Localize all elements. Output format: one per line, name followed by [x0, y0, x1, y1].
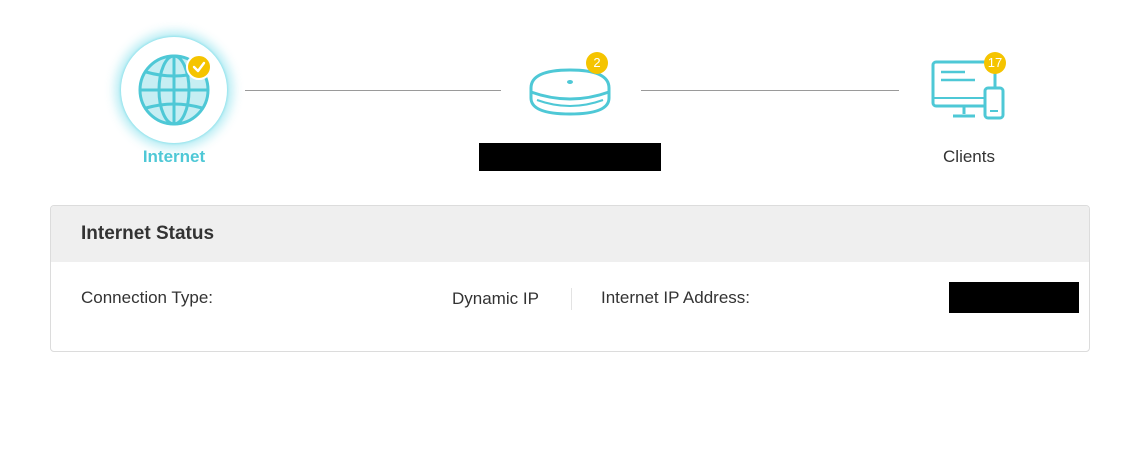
internet-status-panel: Internet Status Connection Type: Dynamic…: [50, 205, 1090, 352]
connection-type-label: Connection Type:: [81, 288, 213, 307]
network-topology: Internet 2 17 Clients: [0, 0, 1128, 190]
router-node[interactable]: 2: [525, 52, 617, 122]
connection-type-value: Dynamic IP: [452, 289, 539, 308]
connection-line-internet-router: [245, 90, 501, 91]
connection-line-router-clients: [641, 90, 899, 91]
field-divider: [571, 288, 572, 310]
panel-title: Internet Status: [81, 223, 215, 244]
clients-label[interactable]: Clients: [919, 147, 1019, 167]
clients-node[interactable]: 17: [925, 52, 1013, 127]
ip-address-value-redacted: [949, 282, 1079, 313]
network-map-page: Internet 2 17 Clients Internet Status Co…: [0, 0, 1128, 473]
internet-label[interactable]: Internet: [124, 147, 224, 167]
router-count-badge: 2: [586, 52, 608, 74]
router-name-redacted: [479, 143, 661, 171]
clients-count-badge: 17: [984, 52, 1006, 74]
panel-header: Internet Status: [51, 206, 1089, 262]
check-icon: [186, 54, 212, 80]
internet-node[interactable]: [121, 37, 227, 143]
ip-address-label: Internet IP Address:: [601, 288, 750, 307]
